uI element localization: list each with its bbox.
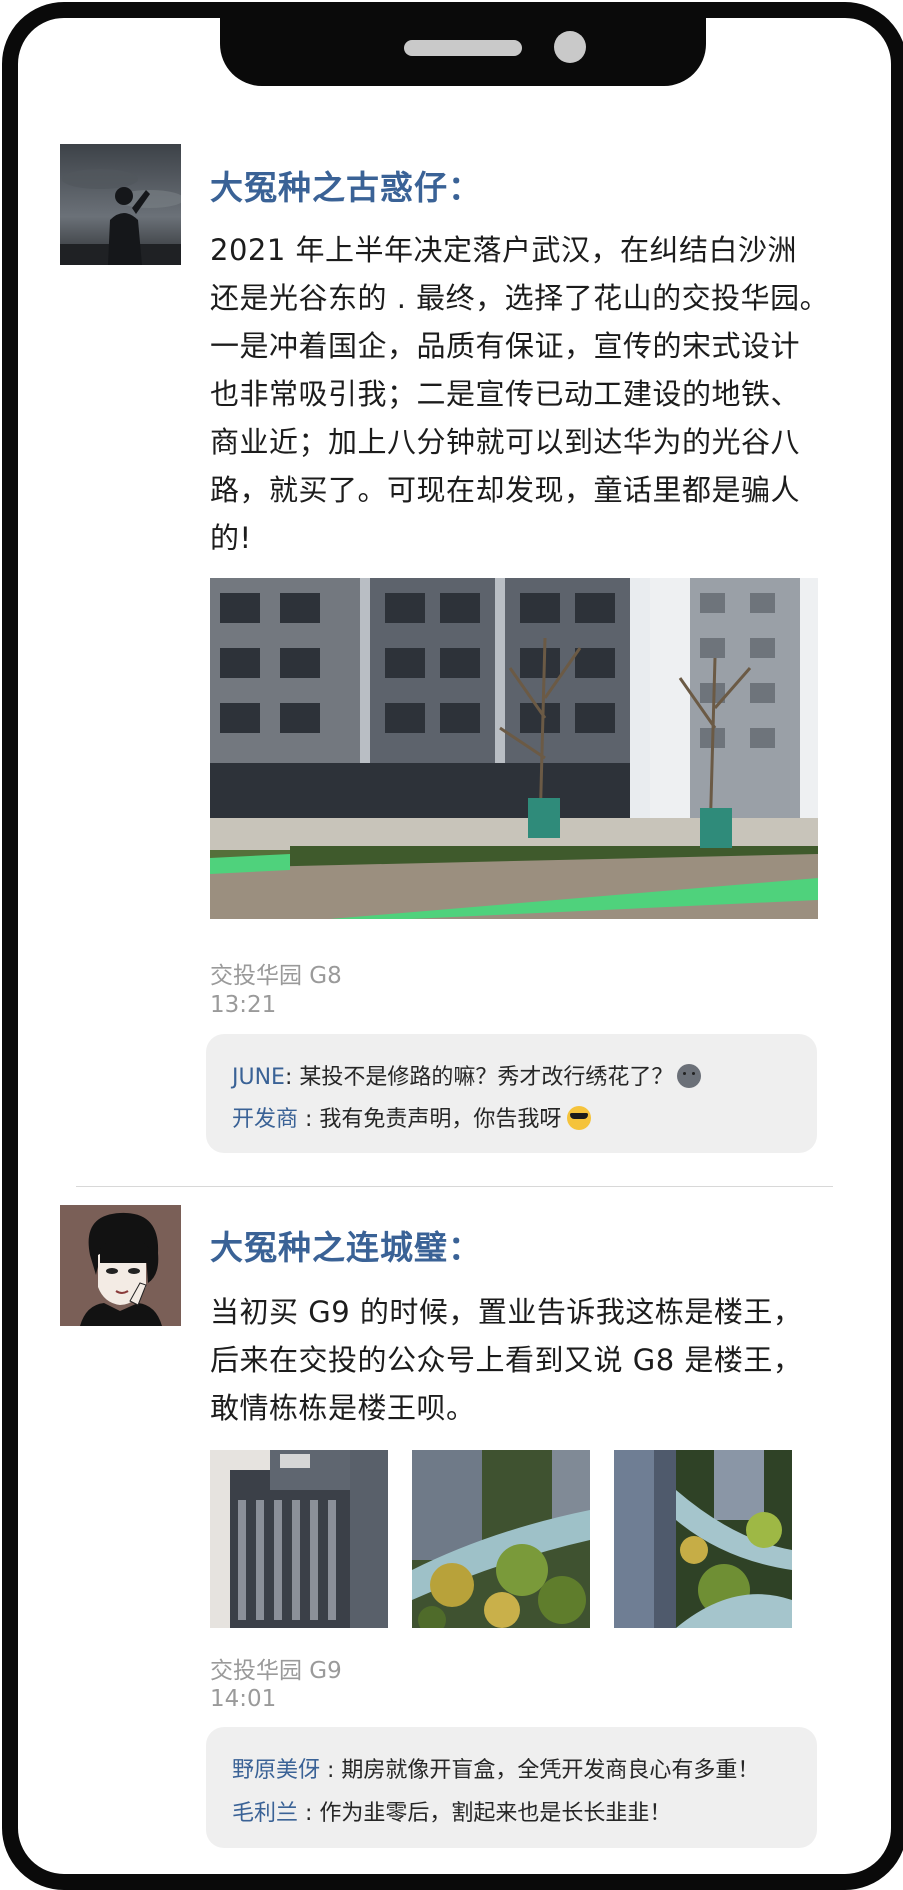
post-text-line: 敢情栋栋是楼王呗。 xyxy=(210,1391,476,1425)
comment-item: JUNE: 某投不是修路的嘛？秀才改行绣花了？ xyxy=(232,1059,702,1091)
post-text-line: 一是冲着国企，品质有保证，宣传的宋式设计 xyxy=(210,329,801,363)
post-text-line: 的! xyxy=(210,521,252,555)
post-text-line: 也非常吸引我；二是宣传已动工建设的地铁、 xyxy=(210,377,801,411)
comment-item: 毛利兰 : 作为韭零后，割起来也是长长韭韭！ xyxy=(232,1795,671,1827)
post-author[interactable]: 大冤种之古惑仔： xyxy=(210,161,482,209)
post-photo[interactable] xyxy=(210,1450,388,1628)
comment-separator: : xyxy=(284,1065,300,1090)
post-time: 14:01 xyxy=(210,1686,277,1712)
sunglasses-face-icon xyxy=(567,1106,592,1130)
post-text-line: 后来在交投的公众号上看到又说 G8 是楼王， xyxy=(210,1343,803,1377)
post-photo[interactable] xyxy=(614,1450,792,1628)
post-text-line: 路，就买了。可现在却发现，童话里都是骗人 xyxy=(210,473,801,507)
sad-face-icon xyxy=(677,1064,702,1088)
speaker-icon xyxy=(404,40,522,56)
post-text-line: 2021 年上半年决定落户武汉，在纠结白沙洲 xyxy=(210,233,798,267)
comment-box: JUNE: 某投不是修路的嘛？秀才改行绣花了？ 开发商 : 我有免责声明，你告我… xyxy=(206,1034,817,1153)
comment-box: 野原美伢 : 期房就像开盲盒，全凭开发商良心有多重！ 毛利兰 : 作为韭零后，割… xyxy=(206,1727,817,1848)
comment-text: 作为韭零后，割起来也是长长韭韭！ xyxy=(319,1801,672,1826)
comment-author[interactable]: 开发商 xyxy=(232,1107,298,1132)
comment-author[interactable]: JUNE xyxy=(232,1065,285,1090)
comment-author[interactable]: 野原美伢 xyxy=(232,1758,320,1783)
comment-author[interactable]: 毛利兰 xyxy=(232,1801,298,1826)
post-photo[interactable] xyxy=(210,578,818,919)
post-photo[interactable] xyxy=(412,1450,590,1628)
avatar[interactable] xyxy=(60,1205,181,1326)
comment-item: 开发商 : 我有免责声明，你告我呀 xyxy=(232,1101,592,1133)
post-author[interactable]: 大冤种之连城璧： xyxy=(210,1221,482,1269)
post-location[interactable]: 交投华园 G9 xyxy=(210,1651,342,1685)
post-text-line: 商业近；加上八分钟就可以到达华为的光谷八 xyxy=(210,425,801,459)
post-time: 13:21 xyxy=(210,992,277,1018)
comment-separator: : xyxy=(298,1801,320,1826)
comment-text: 某投不是修路的嘛？秀才改行绣花了？ xyxy=(299,1065,674,1090)
comment-separator: : xyxy=(320,1758,342,1783)
post-divider xyxy=(76,1186,833,1187)
post-text: 当初买 G9 的时候，置业告诉我这栋是楼王， 后来在交投的公众号上看到又说 G8… xyxy=(210,1288,838,1432)
avatar[interactable] xyxy=(60,144,181,265)
phone-frame: 大冤种之古惑仔： 2021 年上半年决定落户武汉，在纠结白沙洲 还是光谷东的 .… xyxy=(2,2,903,1890)
post-location[interactable]: 交投华园 G8 xyxy=(210,956,342,990)
comment-text: 期房就像开盲盒，全凭开发商良心有多重！ xyxy=(341,1758,760,1783)
post-text: 2021 年上半年决定落户武汉，在纠结白沙洲 还是光谷东的 . 最终，选择了花山… xyxy=(210,226,838,562)
comment-separator: : xyxy=(298,1107,320,1132)
post-text-line: 还是光谷东的 . 最终，选择了花山的交投华园。 xyxy=(210,281,830,315)
phone-notch xyxy=(220,18,706,86)
camera-icon xyxy=(554,31,586,63)
comment-item: 野原美伢 : 期房就像开盲盒，全凭开发商良心有多重！ xyxy=(232,1752,759,1784)
comment-text: 我有免责声明，你告我呀 xyxy=(319,1107,562,1132)
post-text-line: 当初买 G9 的时候，置业告诉我这栋是楼王， xyxy=(210,1295,803,1329)
